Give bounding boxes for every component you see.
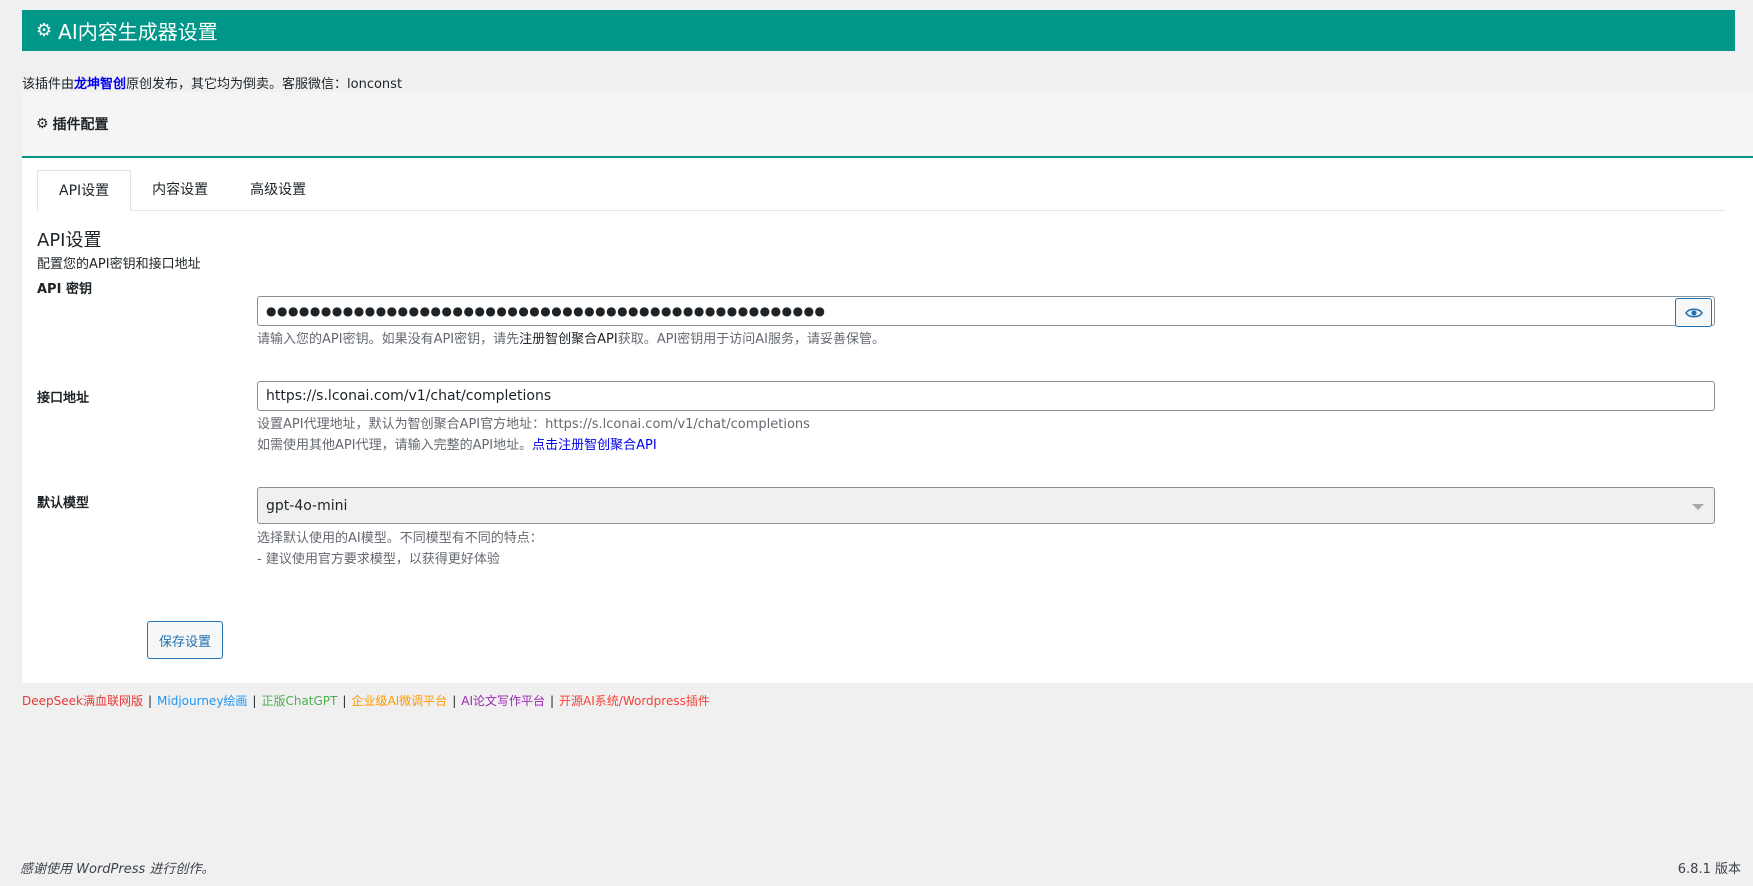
author-notice: 该插件由龙坤智创原创发布，其它均为倒卖。客服微信：lonconst <box>22 73 402 92</box>
api-key-label: API 密钥 <box>37 282 92 297</box>
page-title: AI内容生成器设置 <box>58 20 218 44</box>
model-help: 选择默认使用的AI模型。不同模型有不同的特点： - 建议使用官方要求模型，以获得… <box>257 528 543 570</box>
wordpress-footer-text: 感谢使用 WordPress 进行创作。 <box>20 862 215 877</box>
gear-icon: ⚙ <box>36 116 49 132</box>
section-description: 配置您的API密钥和接口地址 <box>37 257 201 272</box>
api-key-field[interactable]: ●●●●●●●●●●●●●●●●●●●●●●●●●●●●●●●●●●●●●●●●… <box>257 296 1715 327</box>
tab-advanced-settings[interactable]: 高级设置 <box>229 170 327 210</box>
notice-prefix: 该插件由 <box>22 77 75 92</box>
separator: | <box>252 694 257 708</box>
separator: | <box>452 694 457 708</box>
page-header: ⚙ AI内容生成器设置 <box>22 10 1735 51</box>
model-label: 默认模型 <box>37 496 90 511</box>
endpoint-help: 设置API代理地址，默认为智创聚合API官方地址：https://s.lcona… <box>257 414 810 456</box>
api-key-help: 请输入您的API密钥。如果没有API密钥，请先注册智创聚合API获取。API密钥… <box>257 329 885 350</box>
settings-tabs: API设置 内容设置 高级设置 <box>37 170 1725 211</box>
model-value: gpt-4o-mini <box>266 497 348 514</box>
link-finetune[interactable]: 企业级AI微调平台 <box>351 694 447 708</box>
separator: | <box>147 694 153 708</box>
api-key-register-link[interactable]: 注册智创聚合API <box>519 332 618 347</box>
link-chatgpt[interactable]: 正版ChatGPT <box>261 694 337 708</box>
link-midjourney[interactable]: Midjourney绘画 <box>157 694 247 708</box>
api-key-help-text-2: 获取。API密钥用于访问AI服务，请妥善保管。 <box>617 332 886 347</box>
endpoint-value: https://s.lconai.com/v1/chat/completions <box>266 388 552 404</box>
link-open-source[interactable]: 开源AI系统/Wordpress插件 <box>559 694 710 708</box>
register-api-link[interactable]: 点击注册智创聚合API <box>532 438 657 453</box>
eye-icon <box>1684 307 1703 318</box>
author-link[interactable]: 龙坤智创 <box>74 77 126 92</box>
save-button[interactable]: 保存设置 <box>147 621 223 659</box>
separator: | <box>342 694 347 708</box>
panel-title: 插件配置 <box>52 117 109 133</box>
endpoint-input[interactable]: https://s.lconai.com/v1/chat/completions <box>257 381 1715 411</box>
settings-panel: ⚙ 插件配置 API设置 内容设置 高级设置 API设置 配置您的API密钥和接… <box>22 92 1753 683</box>
panel-header: ⚙ 插件配置 <box>22 92 1753 158</box>
tab-api-settings[interactable]: API设置 <box>37 170 132 211</box>
gear-icon: ⚙ <box>36 20 53 41</box>
toggle-visibility-button[interactable] <box>1675 298 1712 327</box>
link-deepseek[interactable]: DeepSeek满血联网版 <box>22 694 143 708</box>
endpoint-help-line-1: 设置API代理地址，默认为智创聚合API官方地址：https://s.lcona… <box>257 417 810 432</box>
notice-suffix: 原创发布，其它均为倒卖。客服微信：lonconst <box>126 77 403 92</box>
api-key-help-text: 请输入您的API密钥。如果没有API密钥，请先 <box>257 332 520 347</box>
model-help-line-1: 选择默认使用的AI模型。不同模型有不同的特点： <box>257 531 543 546</box>
model-help-line-2: - 建议使用官方要求模型，以获得更好体验 <box>257 552 500 567</box>
model-select[interactable]: gpt-4o-mini <box>257 487 1715 524</box>
endpoint-label: 接口地址 <box>37 391 90 406</box>
section-title: API设置 <box>37 230 102 251</box>
tab-content-settings[interactable]: 内容设置 <box>131 170 229 210</box>
promo-links: DeepSeek满血联网版 | Midjourney绘画 | 正版ChatGPT | 企业级… <box>22 692 710 709</box>
version-label: 6.8.1 版本 <box>1677 862 1741 877</box>
endpoint-help-line-2: 如需使用其他API代理，请输入完整的API地址。 <box>257 438 533 453</box>
separator: | <box>549 694 555 708</box>
chevron-down-icon <box>1692 504 1704 510</box>
api-key-value: ●●●●●●●●●●●●●●●●●●●●●●●●●●●●●●●●●●●●●●●●… <box>266 304 826 318</box>
link-paper-writing[interactable]: AI论文写作平台 <box>461 694 545 708</box>
